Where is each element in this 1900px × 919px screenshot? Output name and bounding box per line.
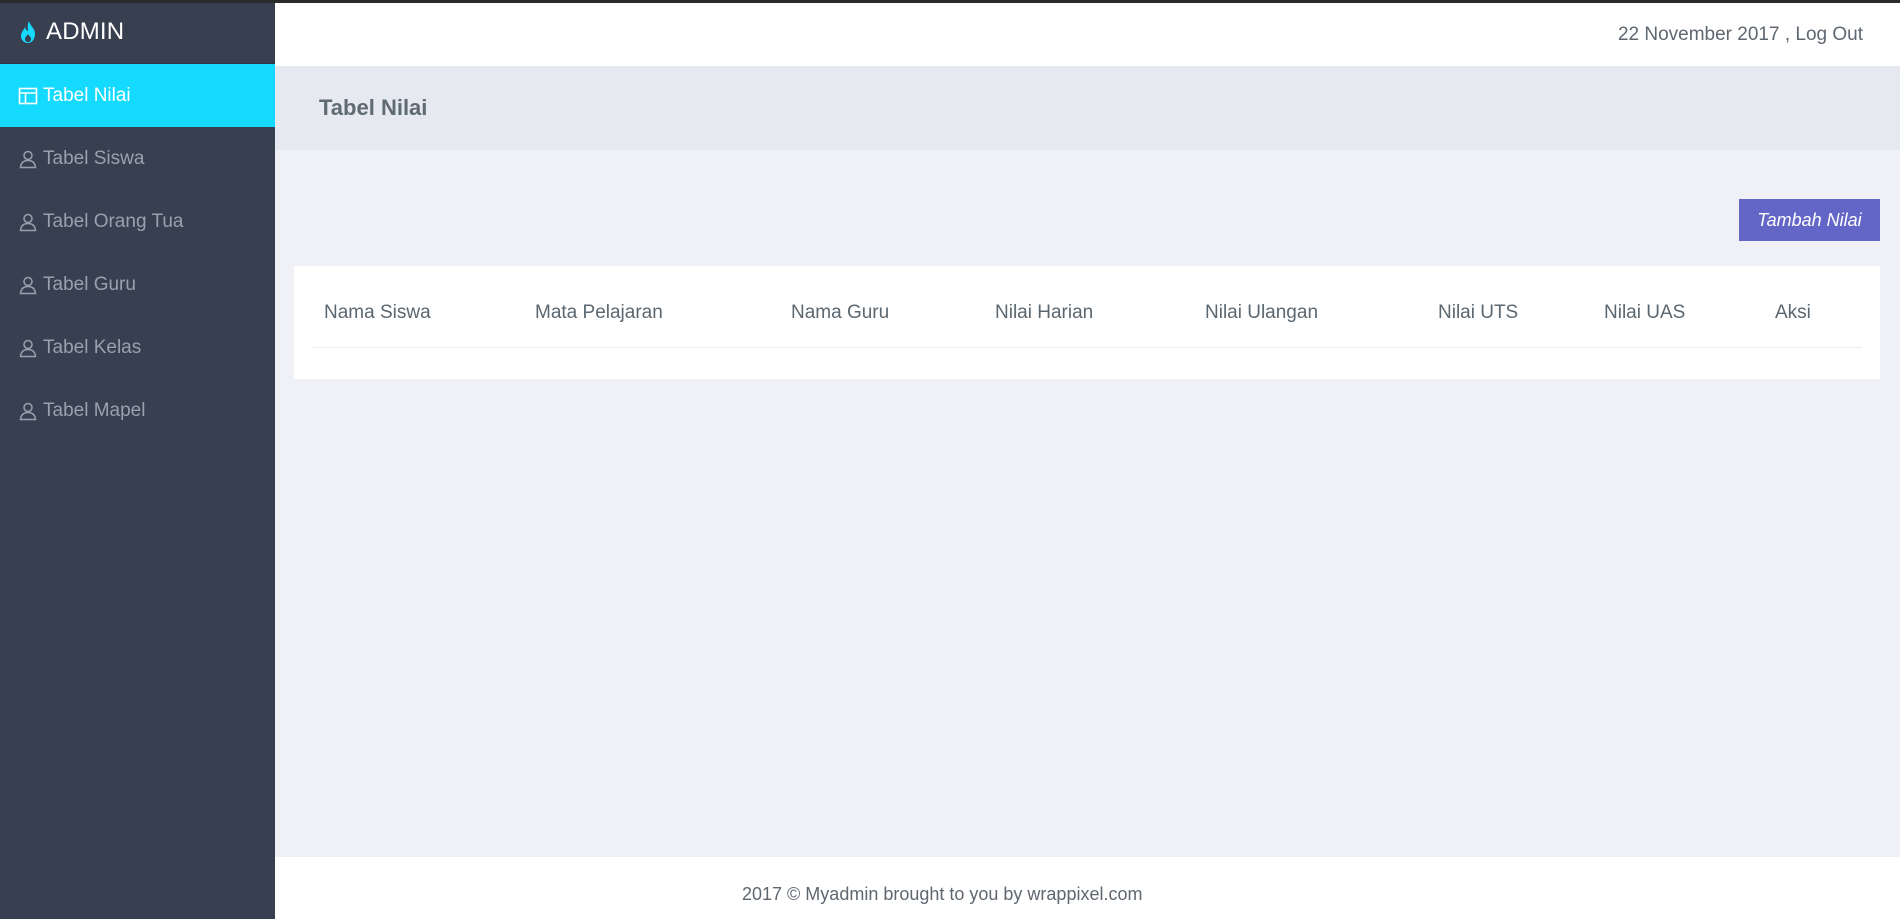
table-icon <box>18 86 38 106</box>
flame-icon <box>18 20 40 44</box>
sidebar-item-tabel-orang-tua[interactable]: Tabel Orang Tua <box>0 190 275 253</box>
footer: 2017 © Myadmin brought to you by wrappix… <box>275 857 1900 919</box>
page-title: Tabel Nilai <box>319 95 428 120</box>
table-card: Nama Siswa Mata Pelajaran Nama Guru Nila… <box>294 266 1880 379</box>
page-title-bar: Tabel Nilai <box>275 66 1900 150</box>
add-nilai-button[interactable]: Tambah Nilai <box>1739 199 1880 241</box>
sidebar-item-label: Tabel Siswa <box>43 147 145 169</box>
column-header-nama-siswa: Nama Siswa <box>324 302 431 323</box>
user-icon <box>18 275 38 295</box>
brand[interactable]: ADMIN <box>0 0 275 64</box>
sidebar-nav: Tabel Nilai Tabel Siswa Tabel Orang Tua <box>0 64 275 442</box>
logout-link[interactable]: Log Out <box>1795 24 1863 46</box>
column-header-aksi: Aksi <box>1775 302 1811 323</box>
table-header: Nama Siswa Mata Pelajaran Nama Guru Nila… <box>312 266 1862 348</box>
sidebar-item-tabel-guru[interactable]: Tabel Guru <box>0 253 275 316</box>
sidebar-item-label: Tabel Guru <box>43 273 136 295</box>
sidebar-item-label: Tabel Orang Tua <box>43 210 184 232</box>
column-header-mata-pelajaran: Mata Pelajaran <box>535 302 663 323</box>
sidebar-item-label: Tabel Mapel <box>43 399 146 421</box>
user-icon <box>18 338 38 358</box>
column-header-nilai-uts: Nilai UTS <box>1438 302 1519 323</box>
sidebar-item-tabel-kelas[interactable]: Tabel Kelas <box>0 316 275 379</box>
sidebar: ADMIN Tabel Nilai Tabel Siswa Tabel Oran… <box>0 0 275 919</box>
sidebar-item-tabel-siswa[interactable]: Tabel Siswa <box>0 127 275 190</box>
user-icon <box>18 149 38 169</box>
user-icon <box>18 212 38 232</box>
nilai-table: Nama Siswa Mata Pelajaran Nama Guru Nila… <box>312 266 1862 348</box>
topbar: 22 November 2017 , Log Out <box>275 3 1900 66</box>
column-header-nilai-harian: Nilai Harian <box>995 302 1094 323</box>
sidebar-item-tabel-mapel[interactable]: Tabel Mapel <box>0 379 275 442</box>
footer-copyright: 2017 © Myadmin brought to you by wrappix… <box>742 884 1143 904</box>
sidebar-item-label: Tabel Nilai <box>43 84 131 106</box>
sidebar-item-label: Tabel Kelas <box>43 336 142 358</box>
user-icon <box>18 401 38 421</box>
brand-name: ADMIN <box>46 17 125 45</box>
current-date: 22 November 2017 <box>1617 23 1780 45</box>
column-header-nilai-ulangan: Nilai Ulangan <box>1205 302 1319 323</box>
column-header-nama-guru: Nama Guru <box>791 302 890 323</box>
top-border <box>0 0 1900 3</box>
column-header-nilai-uas: Nilai UAS <box>1604 302 1686 323</box>
date-separator: , <box>1779 23 1796 45</box>
sidebar-item-tabel-nilai[interactable]: Tabel Nilai <box>0 64 275 127</box>
